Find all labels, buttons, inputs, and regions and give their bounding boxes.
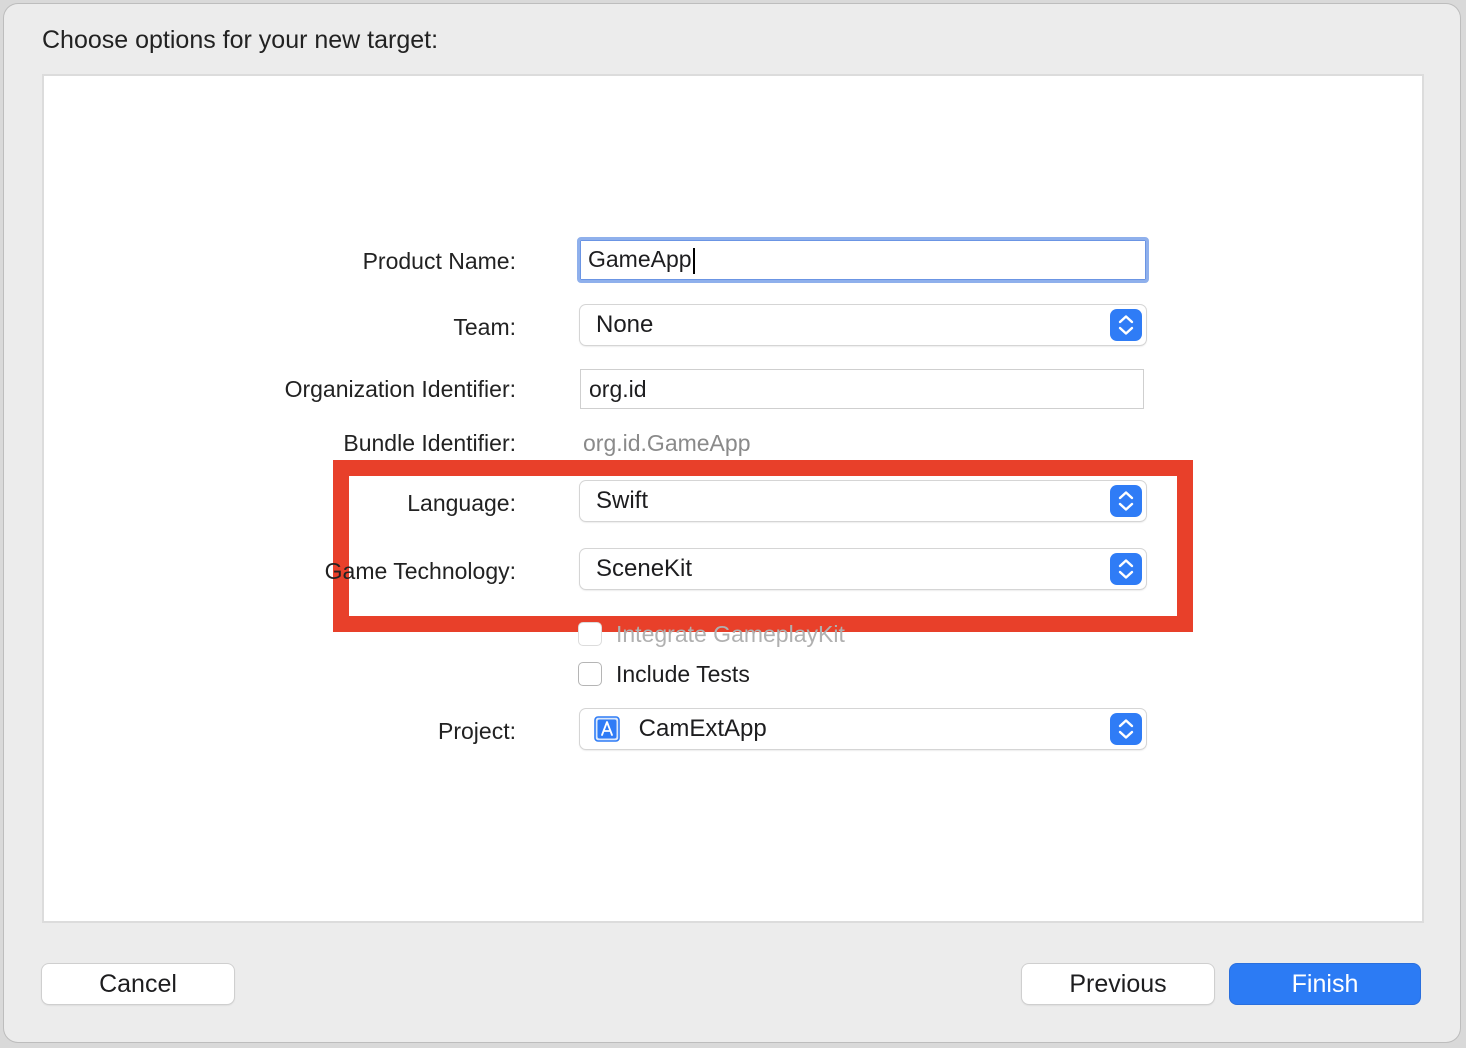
chevron-updown-icon <box>1110 553 1142 585</box>
team-label: Team: <box>453 314 516 340</box>
cancel-button[interactable]: Cancel <box>42 964 234 1004</box>
language-label: Language: <box>407 490 516 516</box>
bundle-identifier-value: org.id.GameApp <box>583 430 751 456</box>
game-technology-value: SceneKit <box>596 554 693 582</box>
team-popup[interactable]: None <box>580 305 1146 345</box>
project-label: Project: <box>438 718 516 744</box>
game-technology-label: Game Technology: <box>324 558 516 584</box>
bundle-identifier-label: Bundle Identifier: <box>343 430 516 456</box>
text-caret <box>692 247 695 274</box>
language-value: Swift <box>596 486 649 514</box>
organization-identifier-value: org.id <box>589 376 647 402</box>
project-popup[interactable]: CamExtApp <box>580 709 1146 749</box>
previous-button[interactable]: Previous <box>1022 964 1214 1004</box>
product-name-label: Product Name: <box>362 248 516 274</box>
chevron-updown-icon <box>1110 713 1142 745</box>
dialog-title: Choose options for your new target: <box>42 26 439 54</box>
product-name-value: GameApp <box>588 246 692 272</box>
product-name-field[interactable]: GameApp <box>577 237 1149 283</box>
integrate-gameplaykit-row: Integrate GameplayKit <box>578 620 845 648</box>
include-tests-label: Include Tests <box>616 660 750 687</box>
new-target-dialog: Choose options for your new target: Prod… <box>4 4 1460 1042</box>
include-tests-row[interactable]: Include Tests <box>578 660 750 688</box>
chevron-updown-icon <box>1110 309 1142 341</box>
include-tests-checkbox[interactable] <box>578 662 602 686</box>
integrate-gameplaykit-checkbox <box>578 622 602 646</box>
team-value: None <box>596 310 654 338</box>
chevron-updown-icon <box>1110 485 1142 517</box>
language-popup[interactable]: Swift <box>580 481 1146 521</box>
app-project-icon <box>594 715 620 742</box>
integrate-gameplaykit-label: Integrate GameplayKit <box>616 620 845 647</box>
organization-identifier-label: Organization Identifier: <box>284 376 516 402</box>
game-technology-popup[interactable]: SceneKit <box>580 549 1146 589</box>
project-value: CamExtApp <box>638 714 767 742</box>
organization-identifier-field[interactable]: org.id <box>580 369 1144 409</box>
finish-button[interactable]: Finish <box>1230 964 1420 1004</box>
options-panel: Product Name: GameApp Team: None Organiz… <box>42 74 1424 923</box>
